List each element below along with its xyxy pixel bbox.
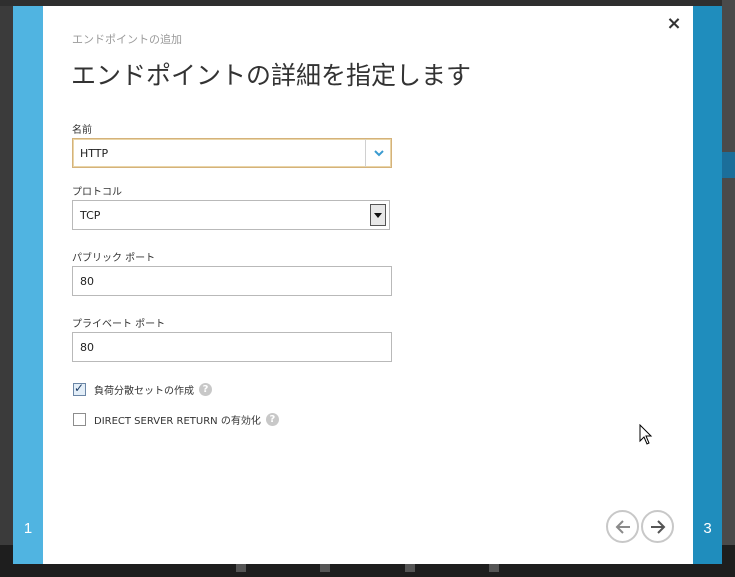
- name-value[interactable]: HTTP: [80, 147, 108, 160]
- add-endpoint-dialog: 1 3 × エンドポイントの追加 エンドポイントの詳細を指定します 名前 HTT…: [13, 6, 722, 564]
- step-number-previous: 1: [23, 520, 33, 537]
- step-indicator-previous[interactable]: 1: [13, 6, 43, 564]
- public-port-label: パブリック ポート: [72, 253, 156, 264]
- triangle-down-icon: [374, 212, 382, 218]
- dialog-title: エンドポイントの詳細を指定します: [71, 61, 472, 90]
- dsr-row: DIRECT SERVER RETURN の有効化 ?: [73, 412, 279, 427]
- dsr-label[interactable]: DIRECT SERVER RETURN の有効化: [94, 412, 261, 427]
- protocol-select[interactable]: TCP: [72, 200, 390, 230]
- arrow-left-icon: [615, 519, 630, 534]
- close-icon[interactable]: ×: [665, 15, 683, 33]
- next-button[interactable]: [641, 510, 674, 543]
- load-balance-checkbox[interactable]: ✓: [73, 381, 86, 396]
- background-right-strip: [722, 0, 735, 577]
- name-dropdown-button[interactable]: [366, 139, 391, 167]
- name-label: 名前: [72, 125, 92, 136]
- back-button[interactable]: [606, 510, 639, 543]
- checkmark-icon: ✓: [74, 381, 85, 395]
- question-icon[interactable]: ?: [199, 383, 212, 396]
- public-port-input[interactable]: 80: [72, 266, 392, 296]
- private-port-label: プライベート ポート: [72, 319, 166, 330]
- protocol-label: プロトコル: [72, 187, 122, 198]
- private-port-value: 80: [80, 341, 94, 354]
- mouse-cursor-icon: [639, 424, 653, 445]
- arrow-right-icon: [650, 519, 665, 534]
- dsr-checkbox[interactable]: [73, 413, 86, 426]
- protocol-value: TCP: [80, 209, 101, 222]
- load-balance-label[interactable]: 負荷分散セットの作成: [94, 382, 194, 397]
- step-number-next: 3: [703, 520, 712, 537]
- load-balance-row: ✓ 負荷分散セットの作成 ?: [73, 381, 212, 397]
- dialog-subtitle: エンドポイントの追加: [72, 33, 182, 46]
- question-icon[interactable]: ?: [265, 413, 279, 426]
- step-indicator-next[interactable]: 3: [693, 6, 722, 564]
- chevron-down-icon: [373, 149, 384, 156]
- background-highlight-bar: [722, 152, 735, 178]
- public-port-value: 80: [80, 275, 94, 288]
- private-port-input[interactable]: 80: [72, 332, 392, 362]
- protocol-dropdown-button[interactable]: [370, 204, 386, 226]
- name-combobox[interactable]: HTTP: [72, 138, 392, 168]
